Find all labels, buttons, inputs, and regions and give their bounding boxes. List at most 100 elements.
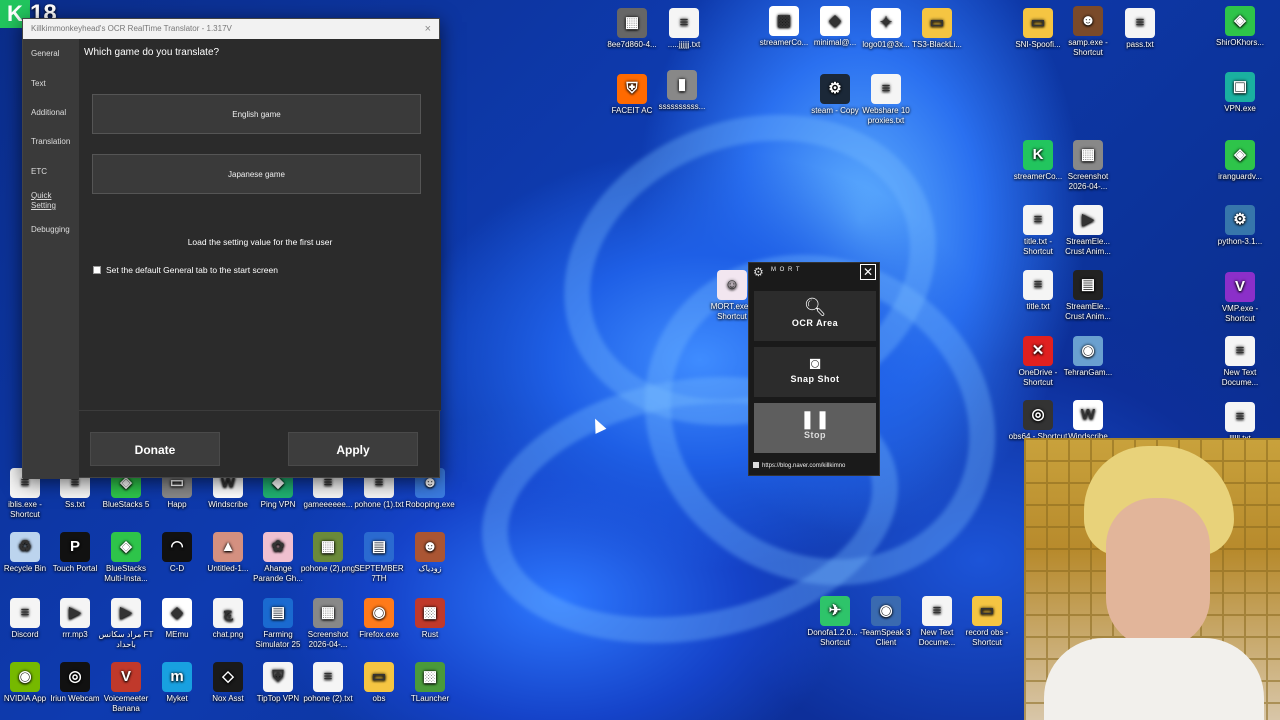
desktop-icon[interactable]: W Windscribe	[1058, 400, 1118, 442]
mort-header[interactable]: ⚙ M O R T ✕	[749, 263, 879, 285]
desktop-icon-label: title.txt - Shortcut	[1023, 237, 1053, 256]
desktop-icon-glyph: ◈	[1225, 6, 1255, 36]
desktop-icon-label: Firefox.exe	[359, 630, 399, 639]
desktop-icon-glyph: ▲	[213, 532, 243, 562]
desktop-icon[interactable]: ≡ Webshare 10 proxies.txt	[856, 74, 916, 126]
stop-button[interactable]: ❚❚ Stop	[754, 403, 876, 453]
settings-sidebar: General Text Additional Translation ETC …	[23, 39, 79, 479]
desktop-icon-glyph: P	[60, 532, 90, 562]
desktop-icon-glyph: ≡	[1225, 336, 1255, 366]
camera-icon: ◙	[809, 353, 821, 373]
ocr-area-button[interactable]: 🔍︎ OCR Area	[754, 291, 876, 341]
desktop-icon-label: ShirOKhors...	[1215, 38, 1264, 47]
desktop-icon-label: gameeeeee...	[303, 500, 353, 509]
desktop-icon-glyph: ☻	[1073, 6, 1103, 36]
desktop-icon-label: pohone (1).txt	[354, 500, 404, 509]
desktop-icon-glyph: ◈	[111, 532, 141, 562]
desktop-icon-glyph: ◈	[1225, 140, 1255, 170]
desktop-icon-label: Ss.txt	[64, 500, 85, 509]
sidebar-item-general[interactable]: General	[31, 49, 59, 59]
default-tab-option[interactable]: Set the default General tab to the start…	[93, 265, 278, 275]
window-titlebar[interactable]: Killkimmonkeyhead's OCR RealTime Transla…	[23, 19, 439, 39]
mort-widget: ⚙ M O R T ✕ 🔍︎ OCR Area ◙ Snap Shot ❚❚ S…	[748, 262, 880, 476]
desktop-icon-label: StreamEle... Crust Anim...	[1065, 302, 1111, 321]
desktop-icon-label: TLauncher	[410, 694, 450, 703]
desktop-icon-label: C-D	[169, 564, 185, 573]
sidebar-item-quick-setting[interactable]: Quick Setting	[31, 191, 67, 211]
snap-shot-button[interactable]: ◙ Snap Shot	[754, 347, 876, 397]
desktop-icon[interactable]: V VMP.exe - Shortcut	[1210, 272, 1270, 324]
sidebar-item-translation[interactable]: Translation	[31, 137, 70, 147]
desktop-icon[interactable]: ⚙ python-3.1...	[1210, 205, 1270, 247]
desktop-icon-label: Ahange Parande Gh...	[253, 564, 303, 583]
english-game-button[interactable]: English game	[92, 94, 421, 134]
desktop-icon-glyph: ✕	[1023, 336, 1053, 366]
desktop-icon-glyph: ◆	[162, 598, 192, 628]
desktop-icon[interactable]: ▮ ssssssssss...	[652, 70, 712, 112]
desktop-icon[interactable]: ▶ StreamEle... Crust Anim...	[1058, 205, 1118, 257]
desktop-icon-glyph: ▩	[415, 662, 445, 692]
desktop-icon-label: Happ	[167, 500, 187, 509]
desktop-icon-label: TS3-BlackLi...	[912, 40, 962, 49]
pause-icon: ❚❚	[799, 409, 831, 429]
desktop-icon[interactable]: ☻ زودیاک	[400, 532, 460, 574]
desktop-icon[interactable]: ◈ iranguardv...	[1210, 140, 1270, 182]
desktop-icon-label: Roboping.exe	[405, 500, 455, 509]
desktop-icon[interactable]: ▣ VPN.exe	[1210, 72, 1270, 114]
desktop-icon-glyph: ⚙	[820, 74, 850, 104]
desktop-icon[interactable]: ☻ samp.exe - Shortcut	[1058, 6, 1118, 58]
desktop-icon[interactable]: ▩ TLauncher	[400, 662, 460, 704]
close-icon[interactable]: ×	[425, 19, 431, 39]
desktop-icon-glyph: ☻	[415, 532, 445, 562]
mort-url-link[interactable]: https://blog.naver.com/killkimno	[762, 463, 845, 469]
sidebar-item-etc[interactable]: ETC	[31, 167, 47, 177]
desktop-icon[interactable]: ≡ .....jjjjjj.txt	[654, 8, 714, 50]
desktop-icon-glyph: ✿	[263, 532, 293, 562]
close-icon[interactable]: ✕	[860, 264, 876, 280]
desktop-icon[interactable]: ▦ Screenshot 2026-04-...	[1058, 140, 1118, 192]
desktop-icon[interactable]: ▭ record obs - Shortcut	[957, 596, 1017, 648]
default-tab-checkbox[interactable]	[93, 266, 101, 274]
desktop-icon-label: obs	[372, 694, 386, 703]
desktop-icon[interactable]: ≡ pass.txt	[1110, 8, 1170, 50]
desktop-icon-glyph: ◉	[10, 662, 40, 692]
desktop-icon-label: VPN.exe	[1224, 104, 1256, 113]
desktop-icon-label: Recycle Bin	[3, 564, 47, 573]
gear-icon[interactable]: ⚙	[753, 265, 764, 279]
desktop-icon-label: زودیاک	[418, 564, 442, 573]
desktop-icon-glyph: ⚙	[1225, 205, 1255, 235]
desktop-icon-label: New Text Docume...	[1221, 368, 1259, 387]
desktop-icon-label: .....jjjjjj.txt	[667, 40, 701, 49]
desktop-icon-glyph: ▤	[364, 532, 394, 562]
desktop-icon-glyph: ≡	[1125, 8, 1155, 38]
desktop-icon[interactable]: ▤ StreamEle... Crust Anim...	[1058, 270, 1118, 322]
desktop-icon-label: OneDrive - Shortcut	[1018, 368, 1058, 387]
sidebar-item-debugging[interactable]: Debugging	[31, 225, 70, 235]
desktop-icon[interactable]: ▩ Rust	[400, 598, 460, 640]
desktop-icon-label: Screenshot 2026-04-...	[307, 630, 349, 649]
desktop-icon-label: NVIDIA App	[3, 694, 47, 703]
desktop-icon-label: SNI-Spoofi...	[1015, 40, 1061, 49]
desktop-icon-label: MEmu	[165, 630, 189, 639]
desktop-icon-label: Iriun Webcam	[50, 694, 100, 703]
japanese-game-button[interactable]: Japanese game	[92, 154, 421, 194]
url-checkbox[interactable]	[753, 462, 759, 468]
mort-url-row[interactable]: https://blog.naver.com/killkimno	[753, 462, 845, 469]
desktop-icon[interactable]: ▦ 8ee7d860-4...	[602, 8, 662, 50]
desktop-icon-glyph: ▭	[1023, 8, 1053, 38]
desktop-icon[interactable]: ▭ TS3-BlackLi...	[907, 8, 967, 50]
desktop-icon-label: python-3.1...	[1217, 237, 1263, 246]
desktop-icon[interactable]: ≡ New Text Docume...	[1210, 336, 1270, 388]
settings-content: Which game do you translate? English gam…	[79, 39, 441, 411]
desktop-icon-label: streamerCo...	[1013, 172, 1063, 181]
sidebar-item-text[interactable]: Text	[31, 79, 46, 89]
desktop-icon[interactable]: ◉ TehranGam...	[1058, 336, 1118, 378]
desktop-icon[interactable]: ◈ ShirOKhors...	[1210, 6, 1270, 48]
desktop-icon-glyph: ▶	[60, 598, 90, 628]
sidebar-item-additional[interactable]: Additional	[31, 108, 66, 118]
donate-button[interactable]: Donate	[90, 432, 220, 466]
apply-button[interactable]: Apply	[288, 432, 418, 466]
desktop-icon-glyph: ▦	[617, 8, 647, 38]
desktop-icon-glyph: ≡	[1023, 270, 1053, 300]
desktop-icon-label: Donofa1.2.0... - Shortcut	[807, 628, 863, 647]
